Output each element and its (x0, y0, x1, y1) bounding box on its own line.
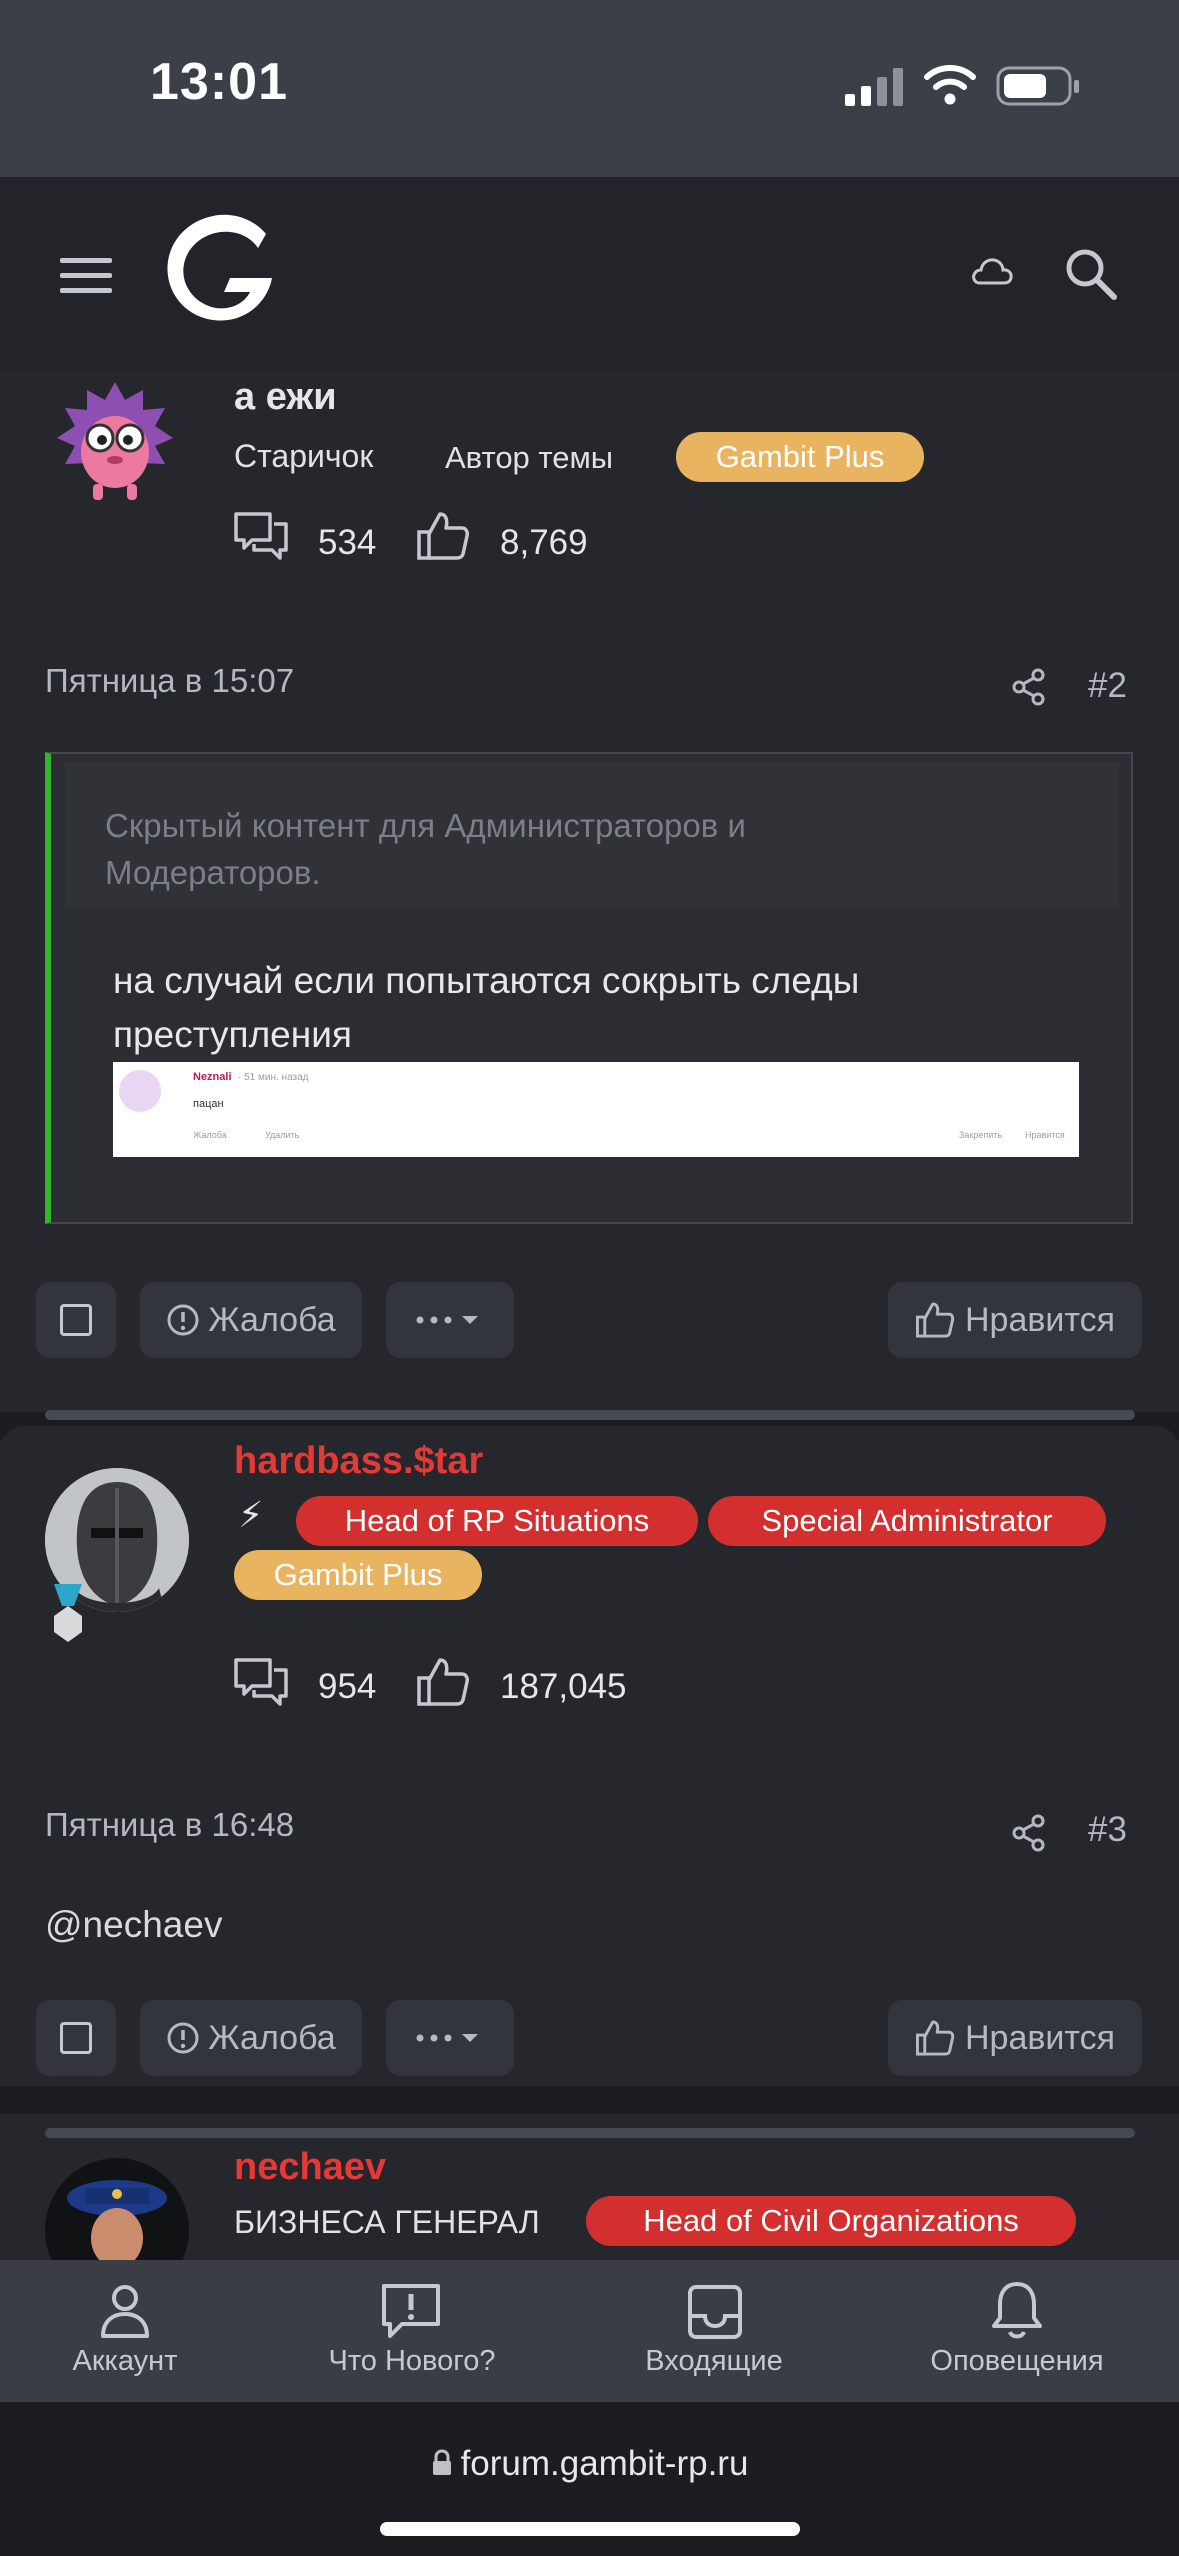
user-title: БИЗНЕСА ГЕНЕРАЛ (234, 2204, 540, 2240)
user-title: Старичок (234, 438, 374, 474)
screenshot-pin: Закрепить (959, 1130, 1003, 1140)
user-avatar[interactable] (55, 382, 175, 507)
post-body: @nechaev (45, 1904, 223, 1945)
badge-special-admin: Special Administrator (708, 1496, 1106, 1546)
like-button[interactable]: Нравится (888, 1282, 1142, 1358)
post-username[interactable]: а ежи (234, 376, 337, 419)
nav-notifications[interactable]: Оповещения (872, 2260, 1162, 2402)
more-options-button[interactable] (386, 1282, 514, 1358)
report-label: Жалоба (208, 2018, 336, 2057)
search-icon[interactable] (1064, 247, 1118, 301)
browser-url-bar: forum.gambit-rp.ru (0, 2402, 1179, 2556)
officer-image (67, 2180, 167, 2260)
screenshot-like: Нравится (1025, 1130, 1065, 1140)
badge-head-civil: Head of Civil Organizations (586, 2196, 1076, 2246)
post-username[interactable]: nechaev (234, 2146, 386, 2189)
whats-new-icon (382, 2284, 440, 2338)
likes-icon (417, 1658, 469, 1706)
signal-icon (845, 68, 903, 106)
post-number[interactable]: #3 (1088, 1810, 1127, 1850)
checkbox-icon (60, 2022, 92, 2054)
thread-content: а ежи Старичок Автор темы Gambit Plus 53… (0, 370, 1179, 2260)
account-icon (101, 2285, 149, 2338)
lock-icon (432, 2449, 451, 2475)
post-4: nechaev БИЗНЕСА ГЕНЕРАЛ Head of Civil Or… (0, 2144, 1179, 2260)
screenshot-report: Жалоба (193, 1130, 227, 1140)
url-text[interactable]: forum.gambit-rp.ru (0, 2444, 1179, 2484)
likes-count: 187,045 (500, 1667, 627, 1706)
like-label: Нравится (964, 1300, 1116, 1339)
select-checkbox[interactable] (36, 1282, 116, 1358)
like-label: Нравится (964, 2018, 1116, 2057)
screenshot-avatar (119, 1070, 161, 1112)
nav-notifications-label: Оповещения (930, 2345, 1104, 2377)
nav-inbox-label: Входящие (645, 2345, 783, 2377)
alert-icon (167, 1304, 199, 1336)
screenshot-delete: Удалить (265, 1130, 300, 1140)
post-2: а ежи Старичок Автор темы Gambit Plus 53… (0, 370, 1179, 1412)
medal-icon (54, 1584, 82, 1642)
badge-gambit-plus: Gambit Plus (676, 432, 924, 482)
status-time: 13:01 (150, 53, 288, 111)
status-bar: 13:01 (0, 0, 1179, 177)
likes-icon (417, 512, 469, 560)
post-divider (45, 1410, 1135, 1420)
battery-icon (996, 66, 1079, 106)
nav-whats-new[interactable]: Что Нового? (267, 2260, 557, 2402)
more-options-button[interactable] (386, 2000, 514, 2076)
cloud-icon[interactable] (970, 255, 1014, 287)
gambit-logo[interactable] (158, 212, 278, 327)
screenshot-text: пацан (193, 1098, 224, 1110)
url-label: forum.gambit-rp.ru (460, 2444, 749, 2483)
post-date[interactable]: Пятница в 15:07 (45, 662, 294, 700)
hidden-content-notice: Скрытый контент для Администраторов и Мо… (105, 807, 746, 891)
messages-icon (234, 512, 288, 560)
menu-icon[interactable] (60, 256, 114, 296)
like-icon (915, 1302, 955, 1338)
more-icon (416, 2034, 478, 2042)
author-label: Автор темы (445, 440, 614, 475)
report-button[interactable]: Жалоба (140, 1282, 362, 1358)
screenshot-username: Neznali (193, 1071, 232, 1083)
lightning-icon: ⚡ (238, 1494, 264, 1535)
report-button[interactable]: Жалоба (140, 2000, 362, 2076)
post-number[interactable]: #2 (1088, 666, 1127, 706)
alert-icon (167, 2022, 199, 2054)
share-icon[interactable] (1012, 1814, 1046, 1852)
share-icon[interactable] (1012, 668, 1046, 706)
badge-head-rp: Head of RP Situations (296, 1496, 698, 1546)
nav-inbox[interactable]: Входящие (569, 2260, 859, 2402)
embedded-screenshot[interactable]: Neznali · 51 мин. назад пацан Жалоба Уда… (113, 1062, 1079, 1157)
badge-gambit-plus: Gambit Plus (234, 1550, 482, 1600)
hidden-content-block: Скрытый контент для Администраторов и Мо… (45, 752, 1133, 1224)
checkbox-icon (60, 1304, 92, 1336)
post-gap (0, 2086, 1179, 2114)
messages-count: 954 (318, 1667, 377, 1706)
wifi-icon (924, 65, 976, 105)
nav-whats-new-label: Что Нового? (328, 2345, 496, 2377)
select-checkbox[interactable] (36, 2000, 116, 2076)
report-label: Жалоба (208, 1300, 336, 1339)
like-icon (915, 2020, 955, 2056)
post-date[interactable]: Пятница в 16:48 (45, 1806, 294, 1844)
inbox-icon (688, 2285, 742, 2339)
post-divider (45, 2128, 1135, 2138)
post-body: на случай если попытаются сокрыть следы … (113, 960, 860, 1055)
screenshot-time: · 51 мин. назад (238, 1072, 309, 1083)
more-icon (416, 1316, 478, 1324)
user-avatar[interactable] (45, 2158, 189, 2260)
nav-account[interactable]: Аккаунт (0, 2260, 270, 2402)
like-button[interactable]: Нравится (888, 2000, 1142, 2076)
messages-icon (234, 1658, 288, 1706)
messages-count: 534 (318, 523, 377, 562)
bottom-nav: Аккаунт Что Нового? Входящие Оповещения (0, 2260, 1179, 2402)
post-username[interactable]: hardbass.$tar (234, 1440, 483, 1483)
nav-account-label: Аккаунт (72, 2345, 178, 2377)
hidden-content-notice-box: Скрытый контент для Администраторов и Мо… (65, 762, 1119, 907)
post-3: hardbass.$tar ⚡ Head of RP Situations Sp… (0, 1426, 1179, 2086)
likes-count: 8,769 (500, 523, 588, 562)
site-header (0, 177, 1179, 370)
home-indicator[interactable] (380, 2522, 800, 2536)
bell-icon (992, 2282, 1042, 2339)
